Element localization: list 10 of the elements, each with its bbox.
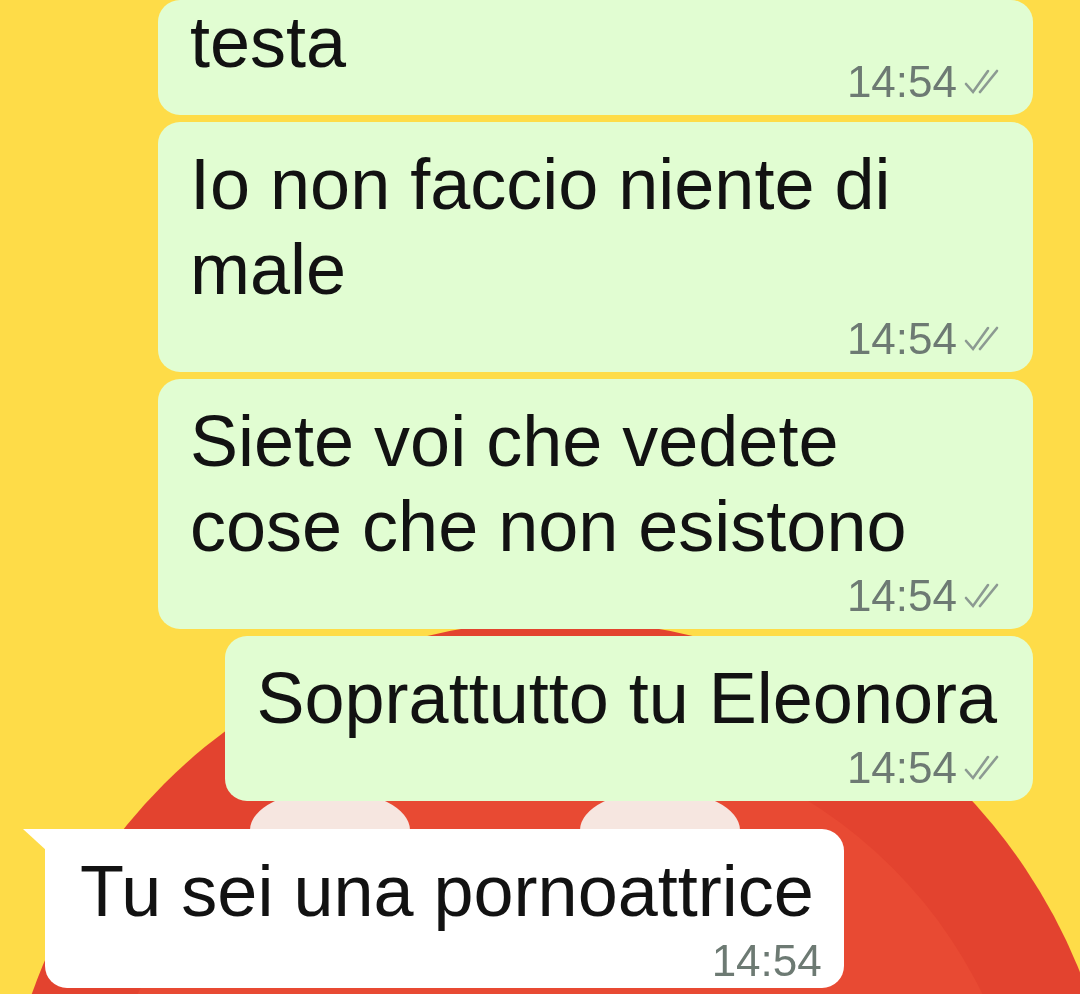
- message-text: testa: [190, 2, 347, 82]
- message-time: 14:54: [846, 314, 957, 364]
- message-time: 14:54: [711, 936, 822, 986]
- message-text: Io non faccio niente di male: [190, 144, 891, 309]
- message-text: Siete voi che vedete cose che non esistono: [190, 401, 907, 566]
- message-time: 14:54: [846, 57, 957, 107]
- message-text: Tu sei una pornoattrice: [80, 851, 814, 931]
- message-time: 14:54: [846, 743, 957, 793]
- message-time: 14:54: [846, 571, 957, 621]
- message-text: Soprattutto tu Eleonora: [256, 658, 997, 738]
